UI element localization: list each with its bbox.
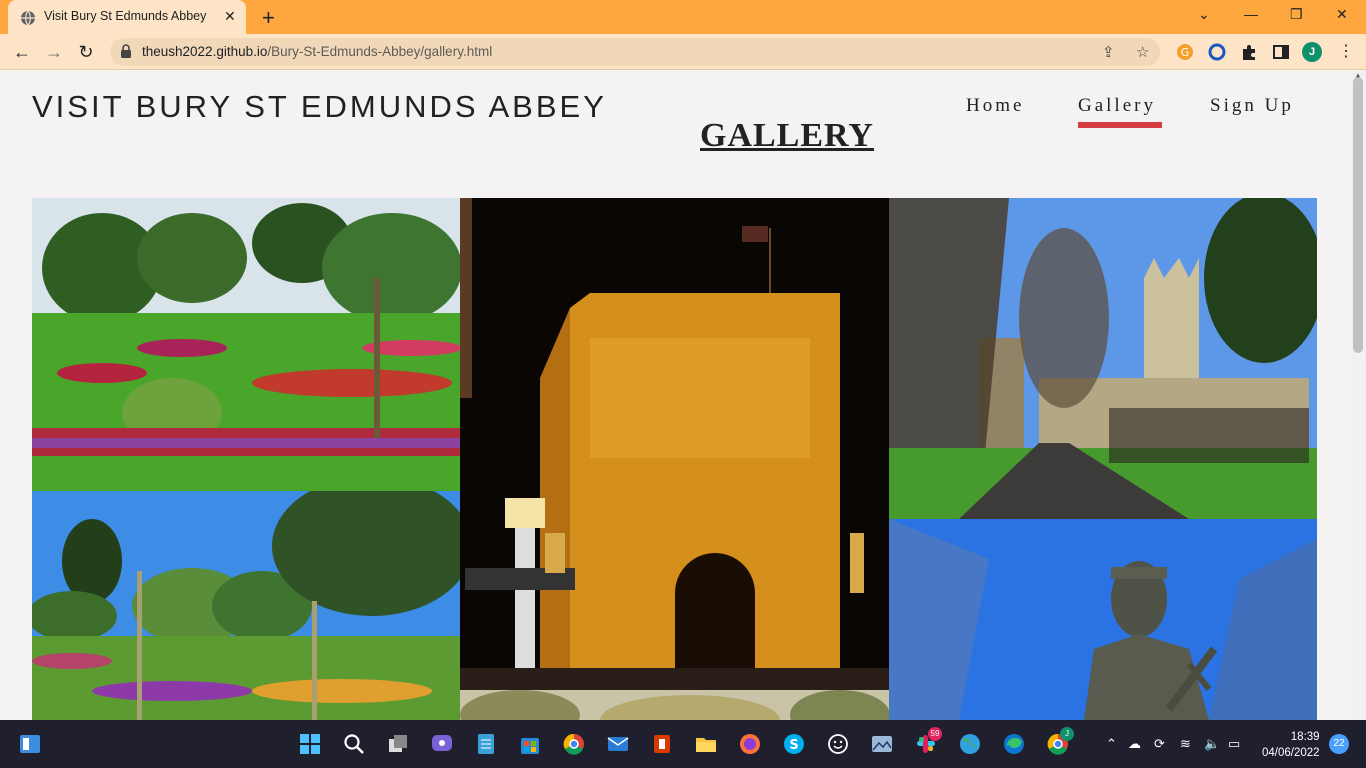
- globe-icon: [21, 10, 35, 26]
- system-clock[interactable]: 18:39 04/06/2022: [1262, 729, 1320, 761]
- mail-icon[interactable]: [606, 732, 630, 756]
- extension-gear-icon[interactable]: [1208, 43, 1226, 61]
- minimize-button[interactable]: —: [1244, 6, 1258, 22]
- wifi-icon[interactable]: ≋: [1180, 736, 1191, 752]
- photo-st-edmund-statue: [889, 519, 1317, 720]
- photo-abbey-gate-at-night: [460, 198, 889, 690]
- task-view-icon[interactable]: [386, 732, 410, 756]
- menu-kebab-icon[interactable]: ⋮: [1338, 41, 1354, 61]
- share-icon[interactable]: ⇪: [1102, 43, 1115, 61]
- site-title[interactable]: VISIT BURY ST EDMUNDS ABBEY: [32, 89, 607, 125]
- reload-button[interactable]: ↻: [74, 40, 98, 64]
- sync-icon[interactable]: ⟳: [1154, 736, 1165, 752]
- photo-tree-lined-path-cathedral: [889, 198, 1317, 519]
- grammarly-extension-icon[interactable]: G: [1176, 43, 1194, 61]
- notification-count-badge[interactable]: 22: [1329, 734, 1349, 754]
- photo-abbey-gardens-park: [32, 491, 460, 720]
- show-hidden-icons-chevron-icon[interactable]: ⌃: [1106, 736, 1117, 752]
- office-icon[interactable]: [650, 732, 674, 756]
- side-panel-icon[interactable]: [1272, 43, 1290, 61]
- edge-icon[interactable]: [1002, 732, 1026, 756]
- url-host: theush2022.github.io: [142, 44, 268, 59]
- page-heading: GALLERY: [700, 117, 874, 154]
- url-text[interactable]: theush2022.github.io/Bury-St-Edmunds-Abb…: [142, 44, 492, 59]
- tab-search-chevron-icon[interactable]: ⌄: [1198, 6, 1210, 23]
- firefox-icon[interactable]: [738, 732, 762, 756]
- widgets-icon[interactable]: [18, 732, 42, 756]
- skype-icon[interactable]: S: [782, 732, 806, 756]
- nav-gallery[interactable]: Gallery: [1078, 95, 1156, 117]
- windows-taskbar: S 59 J ⌃ ☁ ⟳ ≋ 🔈 ▭ 18:39 04/06/2022 22: [0, 720, 1366, 768]
- photo-garden-trees-partial: [460, 690, 889, 720]
- browser-toolbar: ← → ↻ theush2022.github.io/Bury-St-Edmun…: [0, 34, 1366, 70]
- file-explorer-icon[interactable]: [694, 732, 718, 756]
- windows-start-icon[interactable]: [298, 732, 322, 756]
- teams-chat-icon[interactable]: [430, 732, 454, 756]
- lock-icon[interactable]: [120, 44, 132, 58]
- clock-date: 04/06/2022: [1262, 747, 1320, 759]
- microsoft-store-icon[interactable]: [518, 732, 542, 756]
- forward-button[interactable]: →: [42, 40, 66, 64]
- chrome-profile-badge: J: [1060, 727, 1074, 741]
- search-icon[interactable]: [342, 732, 366, 756]
- back-button[interactable]: ←: [10, 40, 34, 64]
- onedrive-icon[interactable]: ☁: [1128, 736, 1141, 752]
- url-path: /Bury-St-Edmunds-Abbey/gallery.html: [267, 44, 493, 59]
- nav-home[interactable]: Home: [966, 95, 1024, 117]
- nav-sign-up[interactable]: Sign Up: [1210, 95, 1294, 117]
- battery-icon[interactable]: ▭: [1228, 736, 1240, 752]
- volume-icon[interactable]: 🔈: [1204, 736, 1220, 752]
- photo-abbey-gardens-flowerbeds: [32, 198, 460, 491]
- close-window-button[interactable]: ✕: [1336, 6, 1348, 23]
- scrollbar-thumb[interactable]: [1353, 77, 1363, 353]
- globe-app-icon[interactable]: [958, 732, 982, 756]
- nav-active-indicator: [1078, 122, 1162, 128]
- profile-avatar[interactable]: J: [1302, 42, 1322, 62]
- page-scrollbar[interactable]: ▲: [1350, 71, 1366, 720]
- new-tab-button[interactable]: +: [262, 5, 275, 31]
- photos-icon[interactable]: [870, 732, 894, 756]
- tab-title: Visit Bury St Edmunds Abbey: [44, 9, 207, 23]
- browser-tab[interactable]: Visit Bury St Edmunds Abbey ✕: [8, 0, 246, 34]
- clock-time: 18:39: [1290, 731, 1320, 743]
- svg-text:G: G: [1181, 46, 1190, 59]
- bookmark-star-icon[interactable]: ☆: [1136, 43, 1149, 61]
- browser-tab-bar: Visit Bury St Edmunds Abbey ✕ + ⌄ — ❐ ✕: [0, 0, 1366, 34]
- page-content: VISIT BURY ST EDMUNDS ABBEY Home Gallery…: [0, 71, 1350, 720]
- chrome-icon[interactable]: [562, 732, 586, 756]
- slack-badge: 59: [928, 727, 942, 741]
- close-tab-button[interactable]: ✕: [224, 8, 236, 25]
- emoji-face-icon[interactable]: [826, 732, 850, 756]
- puzzle-extensions-icon[interactable]: [1240, 43, 1258, 61]
- restore-button[interactable]: ❐: [1290, 6, 1303, 23]
- address-bar[interactable]: theush2022.github.io/Bury-St-Edmunds-Abb…: [110, 38, 1160, 66]
- svg-text:S: S: [789, 738, 798, 753]
- notepad-icon[interactable]: [474, 732, 498, 756]
